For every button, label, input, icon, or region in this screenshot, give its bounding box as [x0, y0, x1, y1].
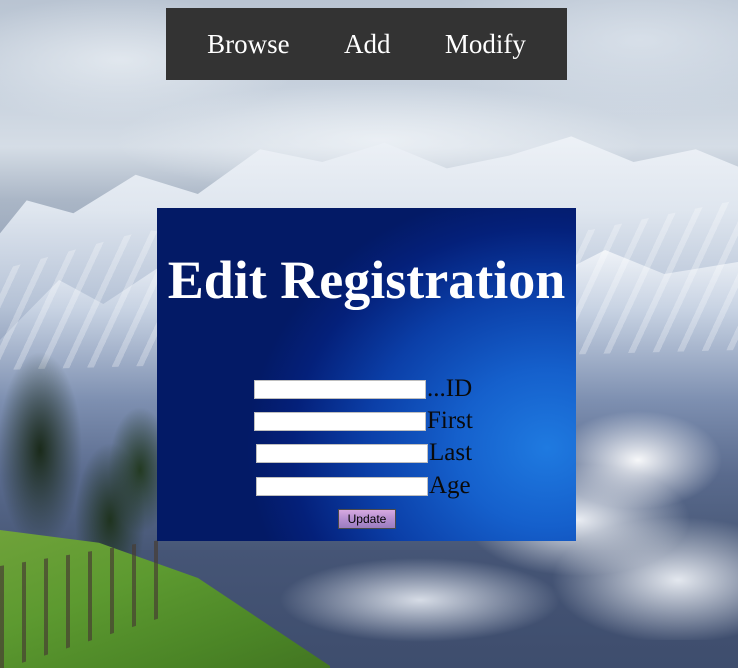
top-navbar: Browse Add Modify — [166, 8, 567, 80]
age-label: Age — [429, 472, 471, 499]
form-row-id: ...ID — [254, 375, 472, 403]
form-row-last: Last — [256, 439, 472, 467]
nav-link-modify[interactable]: Modify — [437, 23, 534, 66]
form-row-first: First — [254, 407, 473, 435]
age-field[interactable] — [256, 476, 428, 496]
id-field[interactable] — [254, 379, 426, 399]
page-title: Edit Registration — [167, 250, 566, 310]
nav-link-browse[interactable]: Browse — [199, 23, 298, 66]
first-name-label: First — [427, 407, 473, 434]
first-name-field[interactable] — [254, 411, 426, 431]
form-row-age: Age — [256, 472, 471, 500]
edit-registration-panel: Edit Registration ...ID First Last Age U… — [157, 208, 576, 541]
last-name-label: Last — [429, 439, 473, 466]
nav-link-add[interactable]: Add — [336, 23, 399, 66]
update-button[interactable]: Update — [338, 509, 396, 529]
last-name-field[interactable] — [256, 443, 428, 463]
id-label: ...ID — [427, 375, 473, 402]
